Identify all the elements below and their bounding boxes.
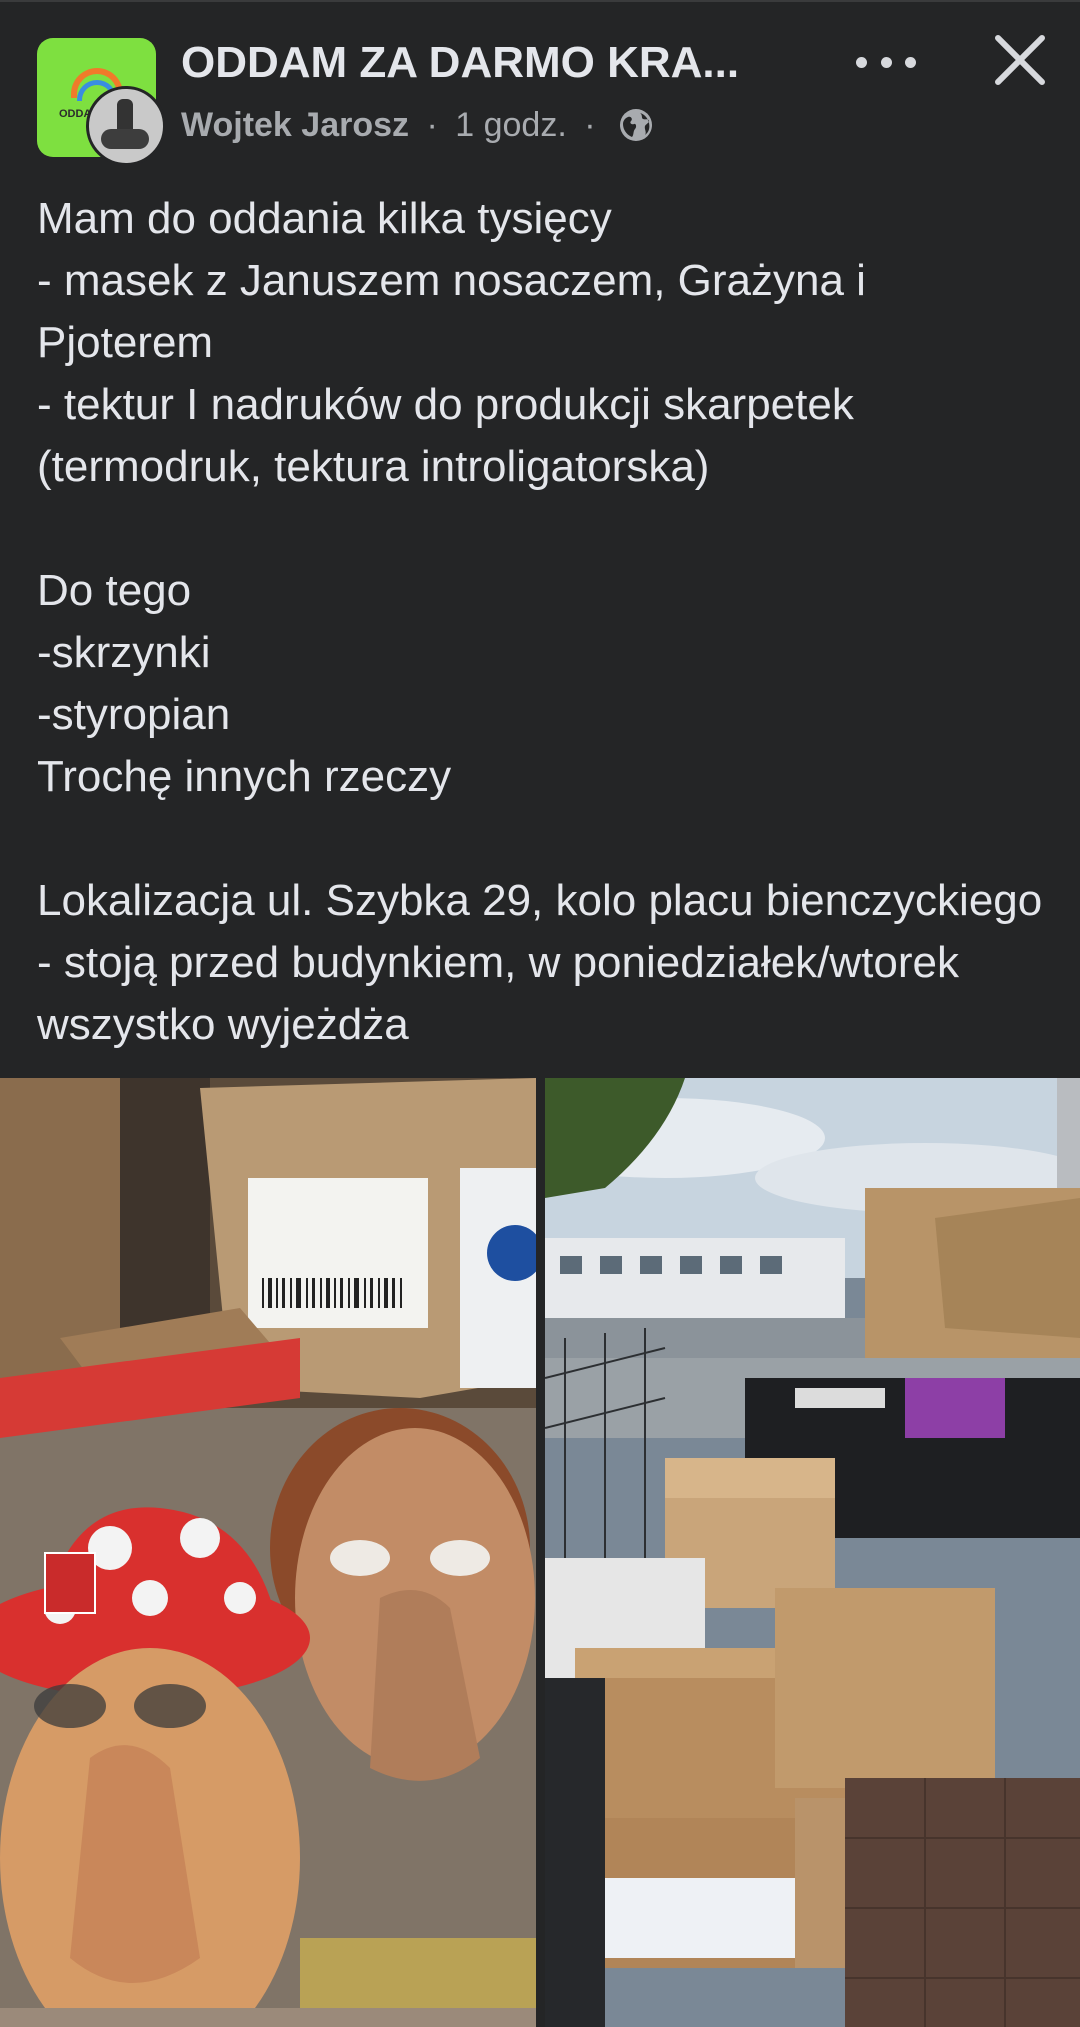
more-options-icon[interactable] <box>856 40 916 84</box>
photo-boxes-illustration <box>545 1078 1080 2027</box>
post-line: - tektur I nadruków do produkcji skarpet… <box>37 380 867 491</box>
dot-1 <box>856 56 867 68</box>
post-body: Mam do oddania kilka tysięcy - masek z J… <box>37 188 1047 1056</box>
post-line: -skrzynki <box>37 628 211 677</box>
avatar-motorbike <box>101 129 149 149</box>
post-line: Lokalizacja ul. Szybka 29, kolo placu bi… <box>37 876 1055 1049</box>
photo-boxes[interactable] <box>545 1078 1080 2027</box>
photo-masks-illustration <box>0 1078 536 2027</box>
post-time[interactable]: 1 godz. <box>455 106 567 144</box>
author-avatar[interactable] <box>86 86 166 166</box>
meta-separator-2: · <box>584 106 596 144</box>
dot-2 <box>880 56 892 68</box>
post-line: -styropian <box>37 690 231 739</box>
post-line <box>37 808 1047 870</box>
avatar-person <box>117 99 133 133</box>
post-line: Trochę innych rzeczy <box>37 752 452 801</box>
close-icon[interactable] <box>990 30 1050 90</box>
post-line: Mam do oddania kilka tysięcy <box>37 194 612 243</box>
post-line: - masek z Januszem nosaczem, Grażyna i P… <box>37 256 879 367</box>
dot-3 <box>905 56 916 68</box>
author-name[interactable]: Wojtek Jarosz <box>181 106 409 144</box>
group-name[interactable]: ODDAM ZA DARMO KRA... <box>181 38 741 88</box>
post-line: Do tego <box>37 566 192 615</box>
post-meta: Wojtek Jarosz · 1 godz. · <box>181 106 653 145</box>
post-header: ODDAM ODDAM ZA DARMO KRA... Wojtek Jaros… <box>0 0 1080 170</box>
photo-masks[interactable] <box>0 1078 536 2027</box>
post-line <box>37 498 1047 560</box>
photo-divider <box>536 1078 545 2027</box>
meta-separator: · <box>426 106 438 144</box>
globe-icon <box>620 109 653 141</box>
